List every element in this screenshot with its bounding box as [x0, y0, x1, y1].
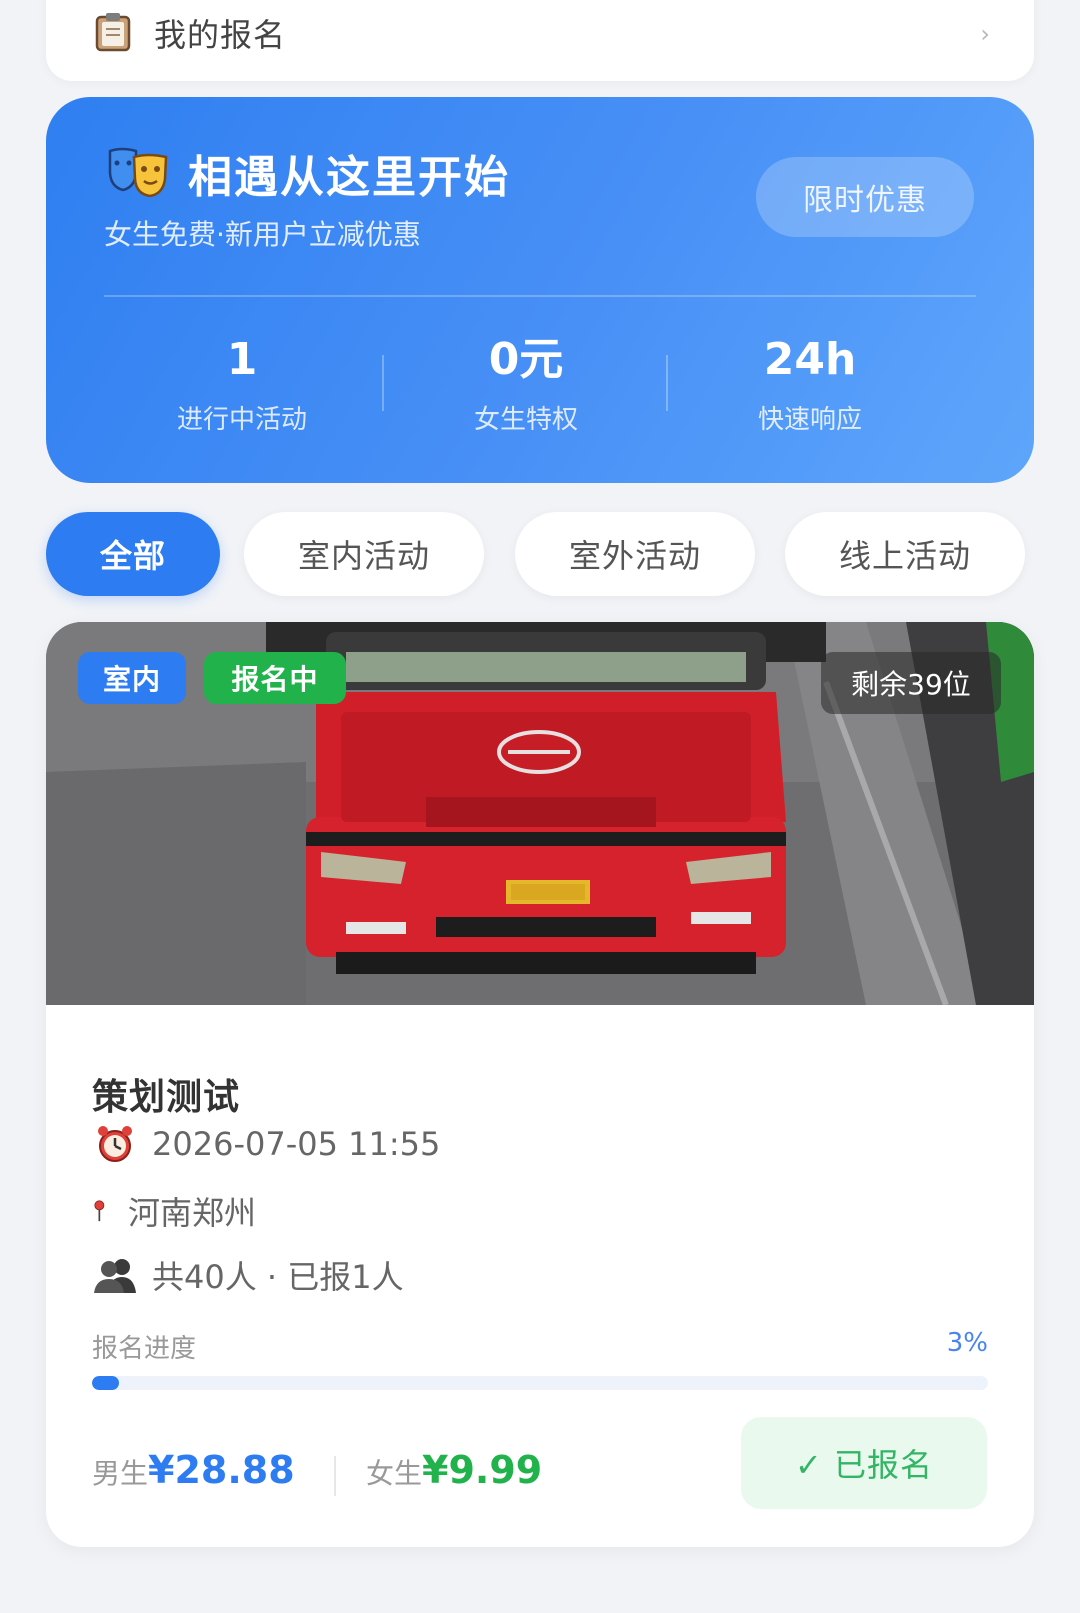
- stat-value: 24h: [763, 334, 857, 385]
- female-price: 女生 ¥9.99: [366, 1448, 542, 1492]
- people-icon: [94, 1259, 136, 1293]
- price-separator: [334, 1456, 336, 1496]
- progress-percent: 3%: [946, 1328, 988, 1358]
- male-price-value: ¥28.88: [148, 1448, 295, 1492]
- hero-divider: [104, 295, 976, 297]
- tab-outdoor[interactable]: 室外活动: [515, 512, 755, 596]
- activity-location: 河南郑州: [128, 1194, 257, 1232]
- stat-caption: 快速响应: [757, 405, 862, 435]
- hero-title: 相遇从这里开始: [188, 152, 510, 203]
- activity-attendance: 共40人 · 已报1人: [152, 1258, 404, 1296]
- progress-label: 报名进度: [92, 1334, 197, 1364]
- male-price-label: 男生: [92, 1457, 149, 1490]
- male-price: 男生 ¥28.88: [92, 1448, 295, 1492]
- location-pin-icon: [94, 1200, 105, 1222]
- tab-indoor[interactable]: 室内活动: [244, 512, 484, 596]
- female-price-value: ¥9.99: [422, 1448, 543, 1492]
- clipboard-icon: [95, 13, 131, 52]
- activity-title: 策划测试: [92, 1077, 241, 1118]
- tab-online[interactable]: 线上活动: [785, 512, 1025, 596]
- remaining-slots-badge: 剩余39位: [821, 652, 1001, 714]
- progress-bar: [92, 1376, 988, 1390]
- alarm-clock-icon: [98, 1126, 132, 1162]
- stat-fast-response: 24h 快速响应: [664, 335, 956, 436]
- stat-active-activities: 1 进行中活动: [96, 335, 388, 436]
- stat-value: 1: [226, 334, 258, 385]
- stat-value: 0元: [488, 334, 564, 385]
- female-price-label: 女生: [366, 1457, 423, 1490]
- tab-all[interactable]: 全部: [46, 512, 220, 596]
- hero-banner: 相遇从这里开始 女生免费·新用户立减优惠 限时优惠 1 进行中活动 0元 女生特…: [46, 97, 1034, 483]
- stat-caption: 女生特权: [473, 405, 578, 435]
- activity-location-row: 河南郑州: [92, 1188, 256, 1234]
- registered-button[interactable]: ✓ 已报名: [741, 1417, 987, 1509]
- hero-subtitle: 女生免费·新用户立减优惠: [104, 218, 421, 251]
- badge-status: 报名中: [204, 652, 346, 704]
- activity-card[interactable]: 室内 报名中 剩余39位 策划测试 2026-07-05 11:55 河南郑州 …: [46, 622, 1034, 1547]
- stat-female-privilege: 0元 女生特权: [380, 335, 672, 436]
- activity-datetime: 2026-07-05 11:55: [152, 1125, 441, 1163]
- activity-datetime-row: 2026-07-05 11:55: [92, 1124, 440, 1164]
- my-registrations-label: 我的报名: [154, 16, 287, 54]
- masks-icon: [108, 147, 168, 197]
- chevron-right-icon: ›: [980, 20, 990, 48]
- progress-bar-fill: [92, 1376, 119, 1390]
- my-registrations-card[interactable]: 我的报名 ›: [46, 0, 1034, 81]
- activity-attendance-row: 共40人 · 已报1人: [92, 1252, 404, 1298]
- stat-caption: 进行中活动: [176, 405, 307, 435]
- limited-offer-button[interactable]: 限时优惠: [756, 157, 974, 237]
- badge-indoor: 室内: [78, 652, 186, 704]
